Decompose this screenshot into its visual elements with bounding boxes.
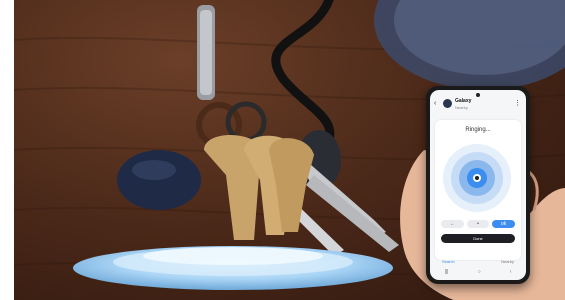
device-subtitle: Nearby <box>455 105 468 110</box>
radar-indicator <box>443 144 511 212</box>
app-header: ‹ Galaxy Nearby ⋮ <box>434 97 522 115</box>
control-button-1[interactable]: ← <box>441 220 464 228</box>
home-icon[interactable]: ○ <box>478 269 481 278</box>
system-navbar: ||| ○ ‹ <box>430 269 526 278</box>
phone-screen: ‹ Galaxy Nearby ⋮ Ringing... ← • ok Done… <box>430 90 526 280</box>
ringing-card: Ringing... ← • ok Done <box>435 120 521 260</box>
glow-pedestal <box>72 238 394 292</box>
control-button-2[interactable]: • <box>466 220 490 228</box>
status-text: Ringing... <box>465 127 491 133</box>
control-row: ← • ok <box>441 220 516 230</box>
recents-icon[interactable]: ||| <box>445 269 449 278</box>
more-icon[interactable]: ⋮ <box>514 99 521 107</box>
tab-search[interactable]: Search <box>442 259 455 264</box>
done-button[interactable]: Done <box>441 234 515 243</box>
tab-bar: Search Nearby <box>430 256 526 268</box>
smartphone: ‹ Galaxy Nearby ⋮ Ringing... ← • ok Done… <box>426 86 530 284</box>
back-nav-icon[interactable]: ‹ <box>510 269 512 278</box>
photo-scene: ‹ Galaxy Nearby ⋮ Ringing... ← • ok Done… <box>14 0 565 300</box>
tab-nearby[interactable]: Nearby <box>501 259 514 264</box>
device-avatar <box>443 99 452 108</box>
device-name: Galaxy <box>455 98 472 104</box>
control-button-3[interactable]: ok <box>492 220 516 228</box>
back-icon[interactable]: ‹ <box>434 100 436 107</box>
